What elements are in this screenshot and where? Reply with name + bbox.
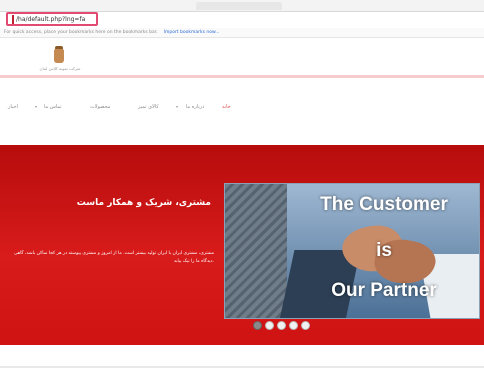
footer-divider: [0, 366, 484, 368]
address-bar[interactable]: /ha/default.php?lng=fa: [6, 12, 98, 26]
slider-dot[interactable]: [265, 321, 274, 330]
nav-item-contact[interactable]: تماس ما: [44, 104, 62, 110]
import-bookmarks-link[interactable]: Import bookmarks now...: [164, 30, 220, 35]
main-nav: خانه درباره ما ▾ کالای تمیز محصولات تماس…: [0, 88, 484, 128]
site-header: شرکت نمونه کلاس لبنان: [0, 38, 484, 74]
chevron-down-icon: ▾: [176, 104, 179, 109]
header-divider: [0, 75, 484, 78]
browser-chrome: [0, 0, 484, 12]
cursor-caret: [12, 14, 14, 24]
slider-dot[interactable]: [289, 321, 298, 330]
slider-dot[interactable]: [301, 321, 310, 330]
slider-pagination: [253, 321, 310, 330]
nav-item-about[interactable]: درباره ما: [186, 104, 204, 110]
keyboard-image: [225, 184, 287, 318]
logo-icon[interactable]: [52, 46, 66, 64]
hero-title: مشتری، شریک و همکار ماست: [76, 198, 211, 208]
nav-item-home[interactable]: خانه: [222, 104, 231, 110]
slide-text-line3: Our Partner: [331, 280, 437, 301]
nav-item-goods[interactable]: کالای تمیز: [138, 104, 159, 110]
nav-item-products[interactable]: محصولات: [90, 104, 110, 110]
bookmarks-message: For quick access, place your bookmarks h…: [4, 30, 158, 35]
slide-text-line2: is: [376, 240, 392, 261]
slider-dot[interactable]: [277, 321, 286, 330]
slider-dot[interactable]: [253, 321, 262, 330]
chevron-down-icon: ▾: [35, 104, 38, 109]
hero-body: مشتری، مشتری ایران با ایران تولید بیشتر …: [13, 251, 214, 264]
browser-tab[interactable]: [196, 2, 282, 10]
hero-banner: مشتری، شریک و همکار ماست مشتری، مشتری ای…: [0, 145, 484, 345]
slide-text-line1: The Customer: [320, 194, 448, 215]
address-url[interactable]: /ha/default.php?lng=fa: [16, 16, 85, 23]
nav-item-news[interactable]: اخبار: [8, 104, 18, 110]
bookmarks-bar: For quick access, place your bookmarks h…: [0, 28, 484, 38]
logo-caption: شرکت نمونه کلاس لبنان: [39, 66, 81, 71]
hero-slide[interactable]: The Customer is Our Partner: [224, 183, 480, 319]
